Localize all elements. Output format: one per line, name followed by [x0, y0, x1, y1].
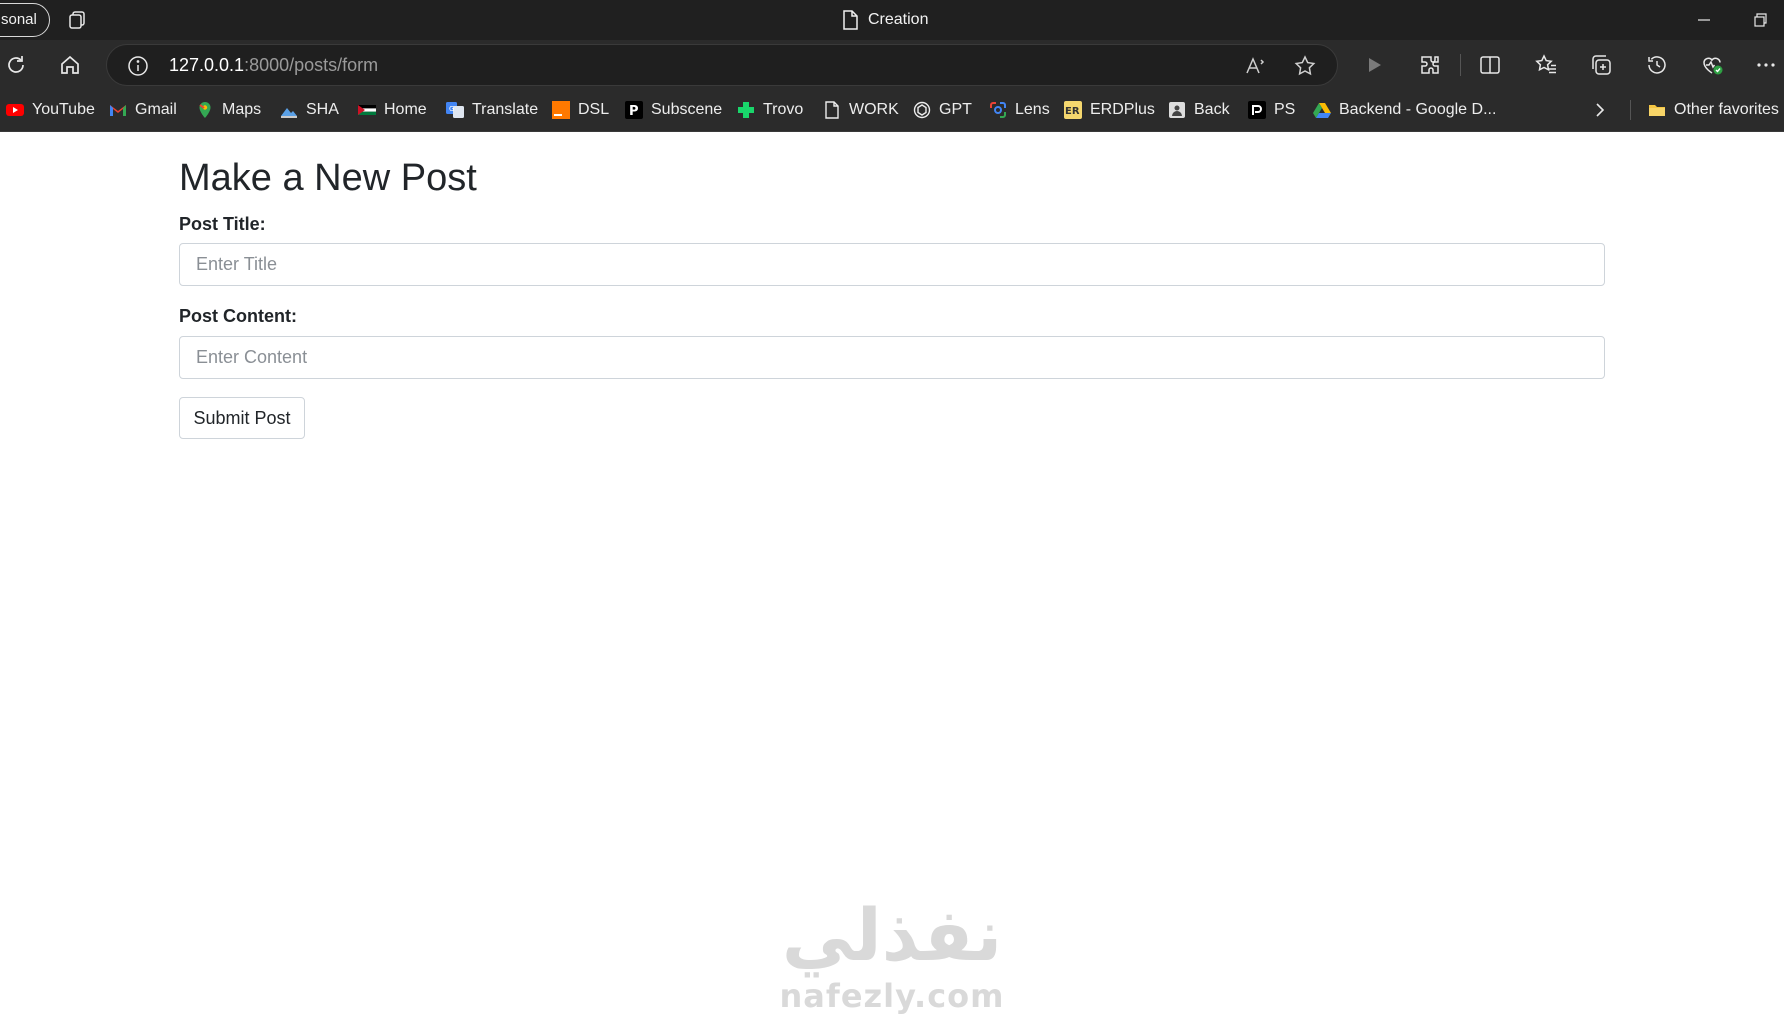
maps-icon: [196, 101, 214, 119]
minimize-icon[interactable]: [1692, 8, 1716, 32]
bookmark-lens[interactable]: Lens: [989, 90, 1050, 130]
home-icon[interactable]: [58, 53, 82, 77]
address-bar[interactable]: 127.0.0.1:8000/posts/form: [106, 44, 1338, 86]
restore-icon[interactable]: [1748, 8, 1772, 32]
bookmark-dsl[interactable]: DSL: [552, 90, 609, 130]
page-icon: [823, 101, 841, 119]
svg-text:ER: ER: [1065, 106, 1080, 117]
trovo-icon: [737, 101, 755, 119]
bookmark-gmail[interactable]: Gmail: [109, 90, 177, 130]
folder-icon: [1648, 101, 1666, 119]
back-icon: [1168, 101, 1186, 119]
bookmark-maps[interactable]: Maps: [196, 90, 261, 130]
openai-icon: [913, 101, 931, 119]
url-host: 127.0.0.1: [169, 55, 245, 75]
submit-post-button[interactable]: Submit Post: [179, 397, 305, 439]
translate-icon: G: [446, 101, 464, 119]
lens-icon: [989, 101, 1007, 119]
page-title: Make a New Post: [179, 157, 477, 199]
subscene-icon: P: [625, 101, 643, 119]
more-options-icon[interactable]: [1754, 53, 1778, 77]
collections-icon[interactable]: [1589, 53, 1613, 77]
bookmark-translate[interactable]: G Translate: [446, 90, 538, 130]
bookmark-other-favorites[interactable]: Other favorites: [1648, 90, 1779, 130]
toolbar-separator: [1460, 54, 1461, 76]
google-drive-icon: [1313, 101, 1331, 119]
bookmark-subscene[interactable]: P Subscene: [625, 90, 722, 130]
bookmark-home[interactable]: Home: [358, 90, 427, 130]
ps-icon: [1248, 101, 1266, 119]
url-path: :8000/posts/form: [244, 55, 379, 75]
bookmark-trovo[interactable]: Trovo: [737, 90, 803, 130]
read-aloud-icon[interactable]: [1243, 54, 1267, 78]
post-title-input[interactable]: [179, 243, 1605, 286]
bookmark-backend-google-drive[interactable]: Backend - Google D...: [1313, 90, 1496, 130]
workspaces-icon[interactable]: [66, 9, 88, 31]
favorites-icon[interactable]: [1534, 53, 1558, 77]
bookmarks-separator: [1630, 100, 1631, 120]
gmail-icon: [109, 101, 127, 119]
site-info-icon[interactable]: [127, 55, 149, 77]
browser-toolbar: 127.0.0.1:8000/posts/form: [0, 40, 1784, 90]
window-title: Creation: [842, 8, 928, 32]
post-content-input[interactable]: [179, 336, 1605, 379]
refresh-icon[interactable]: [4, 53, 28, 77]
page-icon: [843, 10, 858, 30]
url-text[interactable]: 127.0.0.1:8000/posts/form: [169, 45, 378, 85]
palestine-flag-icon: [358, 101, 376, 119]
bookmark-youtube[interactable]: YouTube: [6, 90, 95, 130]
bookmark-ps[interactable]: PS: [1248, 90, 1295, 130]
play-icon[interactable]: [1362, 53, 1386, 77]
profile-button[interactable]: sonal: [0, 3, 50, 37]
browser-essentials-icon[interactable]: [1700, 53, 1724, 77]
favorites-bar: YouTube Gmail Maps SHA Home G Translate …: [0, 90, 1784, 132]
tab-title: Creation: [868, 11, 929, 28]
bookmark-sha[interactable]: SHA: [280, 90, 339, 130]
watermark-latin: nafezly.com: [779, 977, 1005, 1015]
history-icon[interactable]: [1645, 53, 1669, 77]
chevron-right-icon[interactable]: [1590, 100, 1610, 120]
favorite-star-icon[interactable]: [1293, 54, 1317, 78]
bookmark-work[interactable]: WORK: [823, 90, 899, 130]
title-bar: sonal Creation: [0, 0, 1784, 40]
post-content-label: Post Content:: [179, 306, 297, 326]
erdplus-icon: ER: [1064, 101, 1082, 119]
svg-text:P: P: [629, 104, 639, 119]
dsl-icon: [552, 101, 570, 119]
split-screen-icon[interactable]: [1478, 53, 1502, 77]
watermark-arabic: نفذلي: [781, 893, 1003, 977]
post-title-label: Post Title:: [179, 214, 266, 234]
sha-icon: [280, 101, 298, 119]
bookmark-back[interactable]: Back: [1168, 90, 1230, 130]
bookmark-gpt[interactable]: GPT: [913, 90, 972, 130]
bookmark-erdplus[interactable]: ER ERDPlus: [1064, 90, 1155, 130]
youtube-icon: [6, 101, 24, 119]
extensions-icon[interactable]: [1418, 53, 1442, 77]
svg-text:G: G: [449, 105, 454, 113]
